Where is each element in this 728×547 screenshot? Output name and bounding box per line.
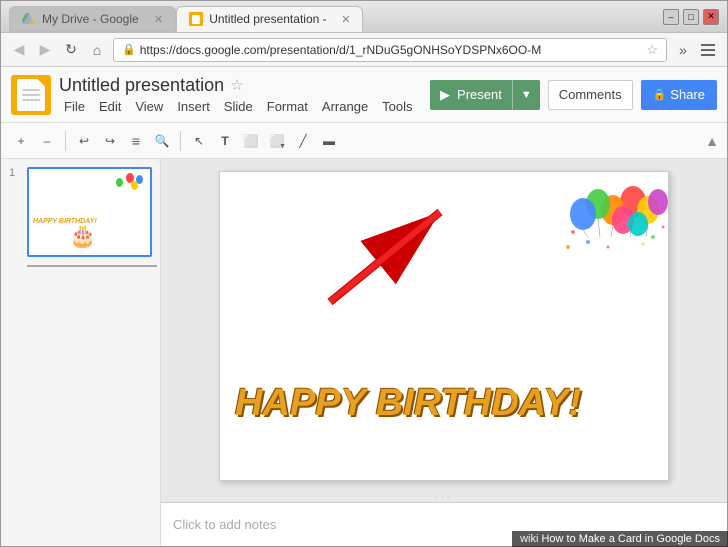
extensions-button[interactable]: » — [673, 40, 693, 60]
wikihow-how-text: How to Make a Card in Google Docs — [541, 533, 720, 545]
menu-edit[interactable]: Edit — [94, 98, 126, 115]
shape-tool[interactable]: ⬜ ▼ — [265, 129, 289, 153]
image-tool[interactable]: ⬜ — [239, 129, 263, 153]
tab-google-drive[interactable]: My Drive - Google Drive ✕ — [9, 6, 176, 32]
toolbar-sep-1 — [65, 131, 66, 151]
divider-tool[interactable]: ▬ — [317, 129, 341, 153]
slide-canvas[interactable]: HAPPY BIRTHDAY! — [219, 171, 669, 481]
maximize-button[interactable]: □ — [683, 9, 699, 25]
url-text: https://docs.google.com/presentation/d/1… — [140, 43, 643, 57]
header-actions: ▶ Present ▼ Comments 🔒 Share — [430, 80, 717, 110]
close-button[interactable]: ✕ — [703, 9, 719, 25]
app-header: Untitled presentation ☆ File Edit View I… — [1, 67, 727, 123]
present-dropdown[interactable]: ▼ — [513, 80, 540, 110]
text-tool[interactable]: T — [213, 129, 237, 153]
notes-drag-handle[interactable]: ··· — [161, 492, 727, 502]
tab-drive-close[interactable]: ✕ — [154, 13, 163, 26]
slides-panel: 1 HAPPY BIRTHDAY! 🎂 — [1, 159, 161, 546]
share-button[interactable]: 🔒 Share — [641, 80, 717, 110]
title-bar: My Drive - Google Drive ✕ Untitled prese… — [1, 1, 727, 33]
forward-button[interactable]: ▶ — [35, 40, 55, 60]
select-tool[interactable]: ↖ — [187, 129, 211, 153]
wikihow-text: wiki — [520, 533, 541, 545]
balloons-group — [558, 182, 658, 272]
home-button[interactable]: ⌂ — [87, 40, 107, 60]
menu-row: File Edit View Insert Slide Format Arran… — [59, 98, 422, 115]
notes-placeholder: Click to add notes — [173, 517, 276, 532]
tab-drive-label: My Drive - Google Drive — [42, 12, 142, 26]
doc-title[interactable]: Untitled presentation — [59, 75, 224, 96]
refresh-button[interactable]: ↻ — [61, 40, 81, 60]
share-lock-icon: 🔒 — [653, 88, 667, 101]
favorite-icon[interactable]: ☆ — [230, 76, 243, 94]
menu-tools[interactable]: Tools — [377, 98, 417, 115]
main-area: 1 HAPPY BIRTHDAY! 🎂 — [1, 159, 727, 546]
toolbar: + – ↩ ↪ ≡ 🔍 ↖ T ⬜ ⬜ ▼ ╱ ▬ ▲ — [1, 123, 727, 159]
zoom-in-button[interactable]: + — [9, 129, 33, 153]
slides-favicon — [189, 12, 203, 26]
lock-icon: 🔒 — [122, 43, 136, 56]
tab-presentation-close[interactable]: ✕ — [341, 13, 350, 26]
print-button[interactable]: ≡ — [124, 129, 148, 153]
slide-divider — [27, 265, 157, 267]
zoom-button[interactable]: 🔍 — [150, 129, 174, 153]
tab-presentation[interactable]: Untitled presentation - Go ✕ — [176, 6, 363, 32]
tab-bar: My Drive - Google Drive ✕ Untitled prese… — [9, 1, 655, 32]
slide-1-wrapper: 1 HAPPY BIRTHDAY! 🎂 — [9, 167, 152, 257]
undo-button[interactable]: ↩ — [72, 129, 96, 153]
chrome-menu-button[interactable] — [699, 40, 719, 60]
bookmark-icon[interactable]: ☆ — [646, 42, 658, 58]
drive-favicon — [22, 12, 36, 26]
wikihow-watermark: wiki How to Make a Card in Google Docs — [512, 531, 728, 547]
tab-presentation-label: Untitled presentation - Go — [209, 12, 329, 26]
url-bar[interactable]: 🔒 https://docs.google.com/presentation/d… — [113, 38, 667, 62]
toolbar-sep-2 — [180, 131, 181, 151]
slides-logo — [11, 75, 51, 115]
slide-1-number: 1 — [9, 167, 21, 179]
window: My Drive - Google Drive ✕ Untitled prese… — [0, 0, 728, 547]
line-tool[interactable]: ╱ — [291, 129, 315, 153]
window-controls: – □ ✕ — [663, 9, 719, 25]
menu-format[interactable]: Format — [262, 98, 313, 115]
menu-file[interactable]: File — [59, 98, 90, 115]
comments-button[interactable]: Comments — [548, 80, 633, 110]
back-button[interactable]: ◀ — [9, 40, 29, 60]
red-arrow — [300, 182, 500, 332]
zoom-out-button[interactable]: – — [35, 129, 59, 153]
happy-birthday-text: HAPPY BIRTHDAY! — [235, 382, 581, 425]
doc-title-area: Untitled presentation ☆ File Edit View I… — [59, 75, 422, 115]
slide-viewport: HAPPY BIRTHDAY! — [161, 159, 727, 492]
menu-view[interactable]: View — [130, 98, 168, 115]
slide-1-thumbnail[interactable]: HAPPY BIRTHDAY! 🎂 — [27, 167, 152, 257]
thumb-cake-emoji: 🎂 — [69, 223, 96, 249]
collapse-toolbar-button[interactable]: ▲ — [705, 133, 719, 149]
menu-arrange[interactable]: Arrange — [317, 98, 373, 115]
menu-slide[interactable]: Slide — [219, 98, 258, 115]
menu-insert[interactable]: Insert — [172, 98, 215, 115]
canvas-area: HAPPY BIRTHDAY! ··· Click to add notes — [161, 159, 727, 546]
minimize-button[interactable]: – — [663, 9, 679, 25]
redo-button[interactable]: ↪ — [98, 129, 122, 153]
present-button[interactable]: ▶ Present — [430, 80, 512, 110]
address-bar: ◀ ▶ ↻ ⌂ 🔒 https://docs.google.com/presen… — [1, 33, 727, 67]
